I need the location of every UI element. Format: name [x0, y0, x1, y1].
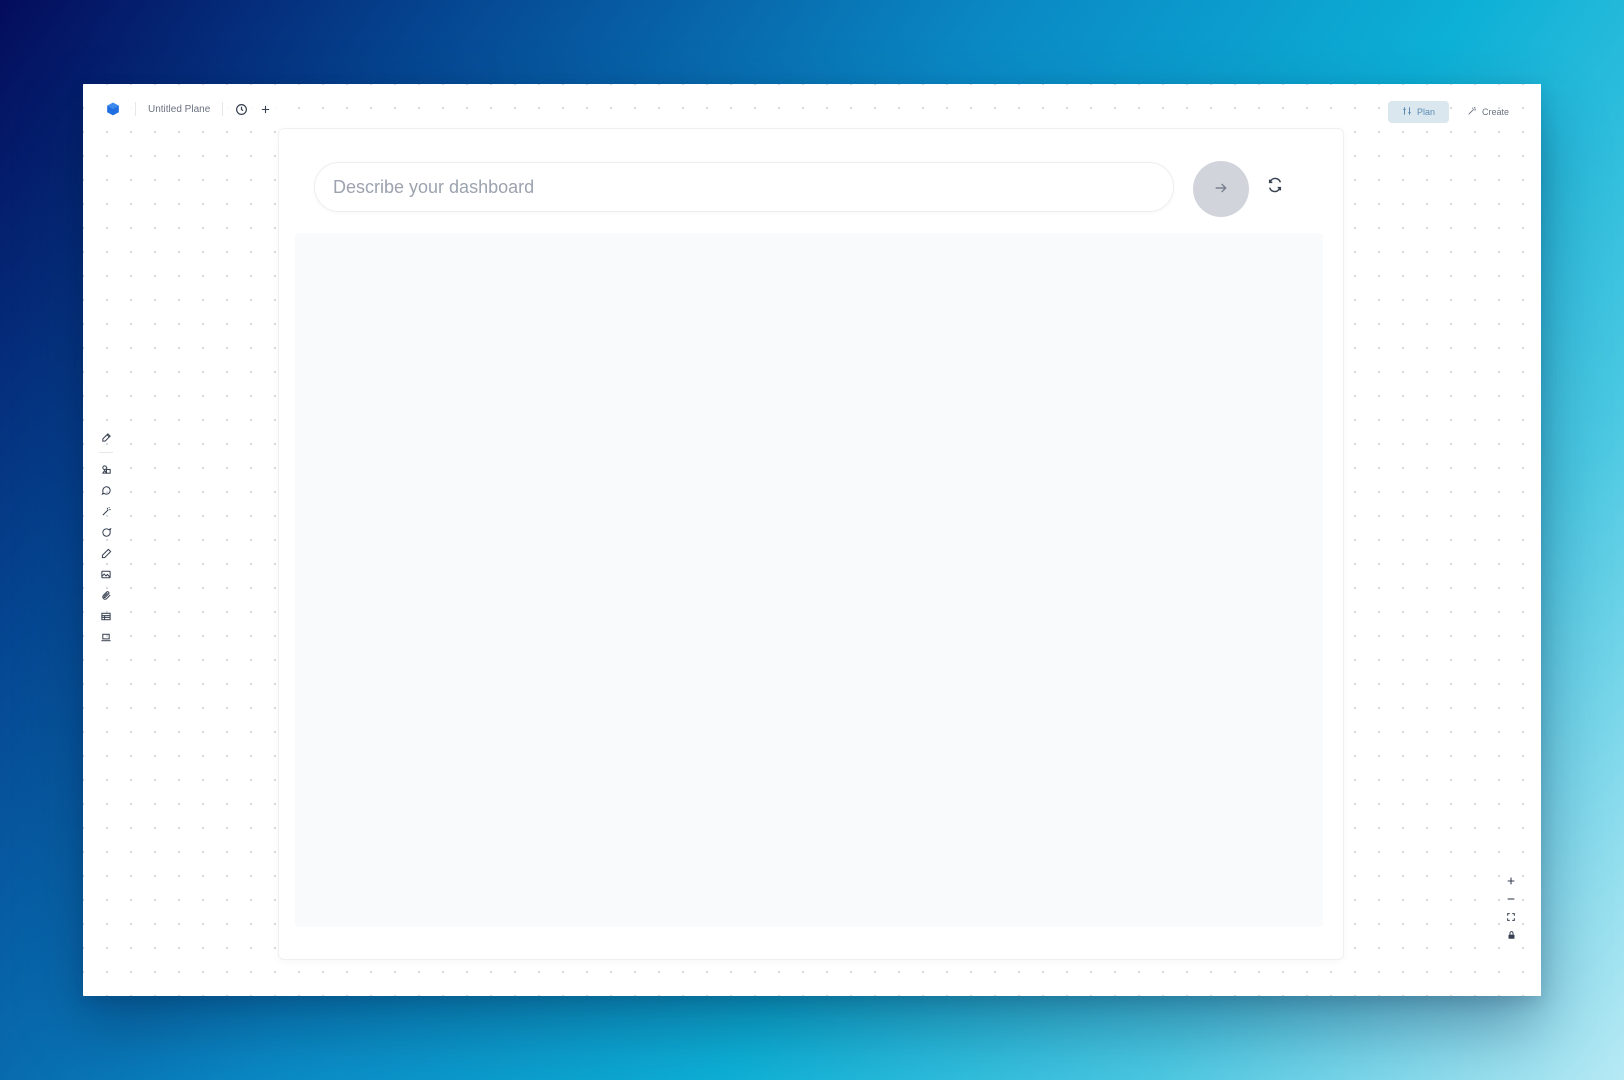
- fit-screen-icon[interactable]: [1503, 908, 1519, 926]
- wand-icon[interactable]: [95, 501, 117, 522]
- table-icon[interactable]: [95, 606, 117, 627]
- shapes-icon[interactable]: [95, 459, 117, 480]
- describe-dashboard-input[interactable]: [314, 162, 1174, 212]
- submit-button[interactable]: [1193, 161, 1249, 217]
- pen-icon[interactable]: [95, 543, 117, 564]
- create-mode-label: Create: [1481, 107, 1509, 117]
- laptop-icon[interactable]: [95, 627, 117, 648]
- comment-icon[interactable]: [95, 522, 117, 543]
- plan-icon: [1402, 106, 1412, 118]
- hexagon-logo-icon[interactable]: [97, 94, 129, 124]
- clock-icon[interactable]: [229, 97, 253, 121]
- top-left-toolbar: Untitled Plane: [97, 94, 284, 124]
- document-title[interactable]: Untitled Plane: [142, 104, 216, 115]
- dashboard-canvas-frame: [278, 128, 1344, 960]
- zoom-out-icon[interactable]: [1503, 890, 1519, 908]
- app-window: Untitled Plane Plan Create: [83, 84, 1541, 996]
- zoom-controls: [1503, 872, 1519, 944]
- plus-icon[interactable]: [253, 97, 277, 121]
- divider: [99, 452, 113, 453]
- image-icon[interactable]: [95, 564, 117, 585]
- plan-mode-label: Plan: [1416, 107, 1435, 117]
- arrow-right-icon: [1213, 180, 1229, 199]
- tool-rail: [95, 427, 117, 648]
- zoom-in-icon[interactable]: [1503, 872, 1519, 890]
- divider: [135, 102, 136, 116]
- create-mode-button[interactable]: Create: [1453, 101, 1523, 123]
- chat-bubble-icon[interactable]: [95, 480, 117, 501]
- mode-toggle: Plan Create: [1387, 101, 1523, 123]
- divider: [222, 102, 224, 116]
- refresh-icon[interactable]: [1262, 172, 1288, 198]
- lock-icon[interactable]: [1503, 926, 1519, 944]
- pencil-icon[interactable]: [95, 427, 117, 448]
- paperclip-icon[interactable]: [95, 585, 117, 606]
- plan-mode-button[interactable]: Plan: [1387, 101, 1449, 123]
- magic-wand-icon: [1467, 106, 1477, 118]
- dashboard-preview-area: [295, 233, 1323, 927]
